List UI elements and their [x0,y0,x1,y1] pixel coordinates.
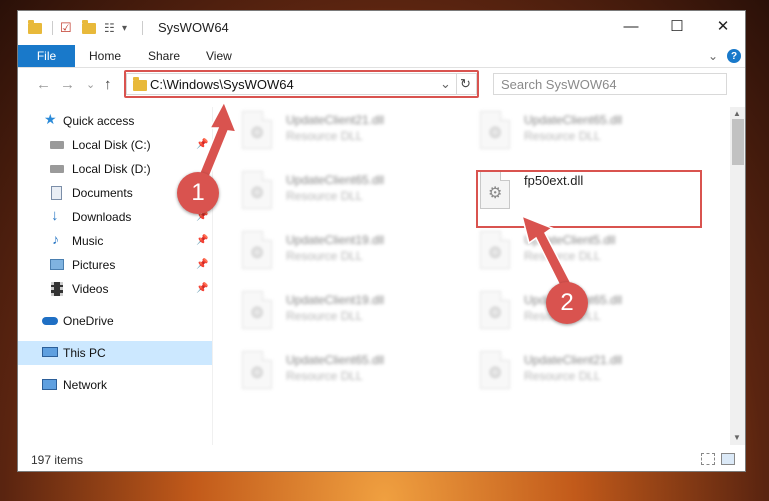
annotation-arrows [196,100,574,292]
arrow-to-file [520,214,574,292]
arrow-to-address-bar [196,100,238,181]
step-1-badge: 1 [177,172,219,214]
step-2-badge: 2 [546,282,588,324]
